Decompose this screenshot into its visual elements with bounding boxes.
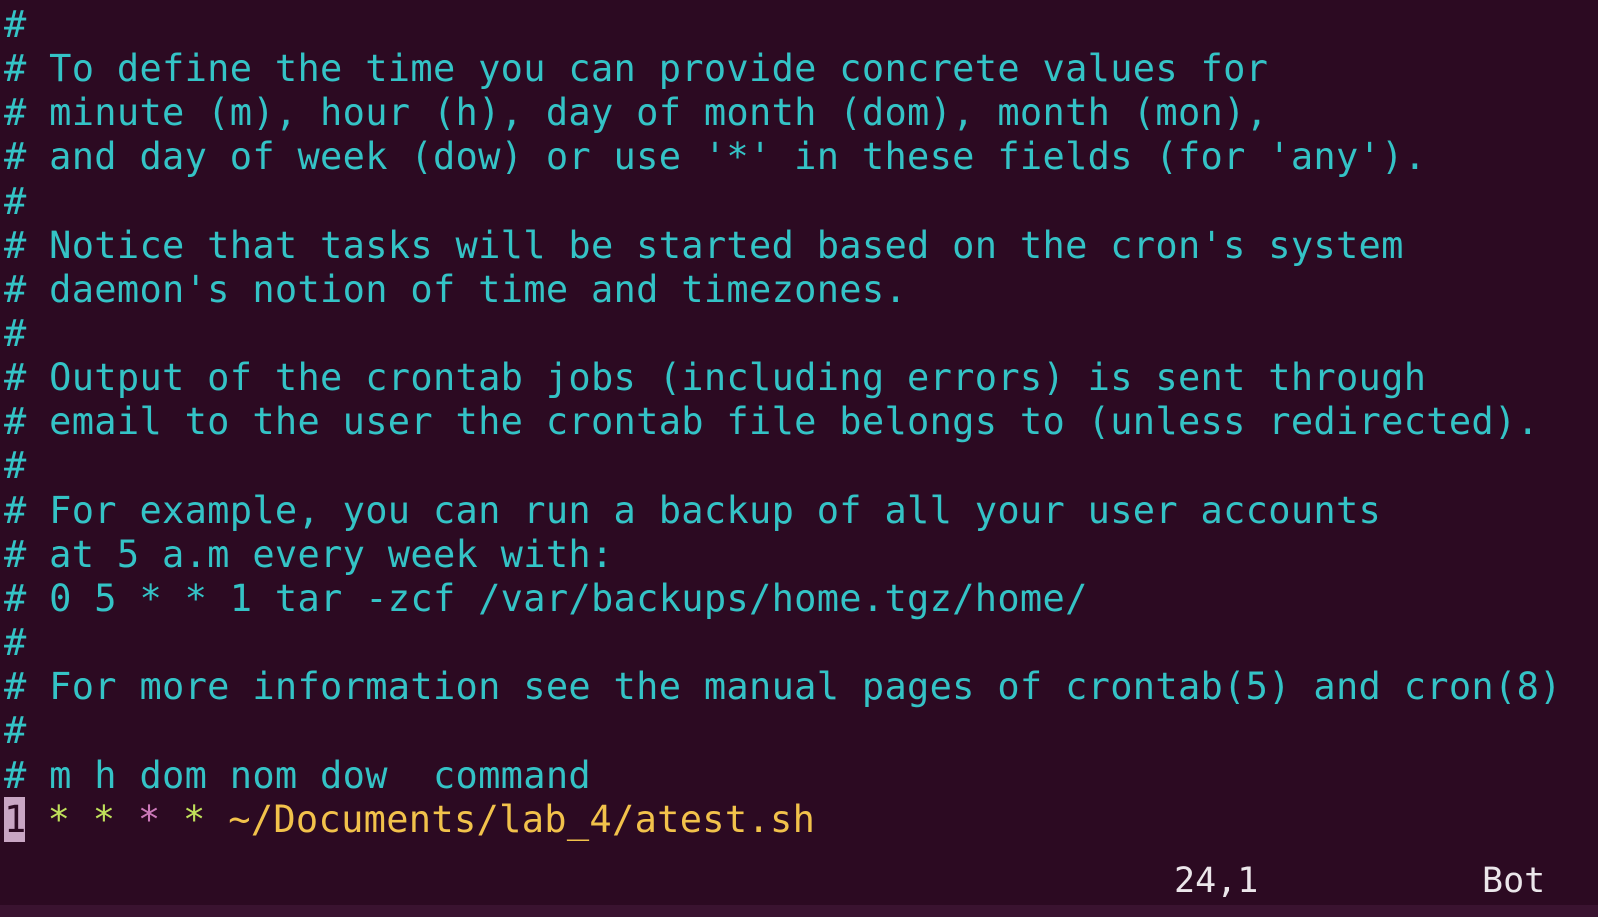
cron-entry-line[interactable]: 1 * * * * ~/Documents/lab_4/atest.sh <box>4 797 815 842</box>
window-bottom-edge <box>0 905 1598 917</box>
comment-line: # <box>4 709 27 752</box>
comment-line: # Output of the crontab jobs (including … <box>4 356 1427 399</box>
comment-line: # at 5 a.m every week with: <box>4 533 614 576</box>
comment-line: # <box>4 444 27 487</box>
cursor-position: 24,1 <box>1174 861 1259 901</box>
cron-field-month: * <box>183 798 206 841</box>
comment-line: # For example, you can run a backup of a… <box>4 489 1382 532</box>
comment-line: # <box>4 3 27 46</box>
cron-field-minute: * <box>47 798 71 841</box>
comment-line: # daemon's notion of time and timezones. <box>4 268 908 311</box>
cron-field-hour: * <box>92 798 116 841</box>
comment-line: # Notice that tasks will be started base… <box>4 224 1404 267</box>
cron-command: ~/Documents/lab_4/atest.sh <box>228 798 816 841</box>
cron-field-dom: * <box>137 798 161 841</box>
comment-line: # email to the user the crontab file bel… <box>4 400 1540 443</box>
comment-line: # 0 5 * * 1 tar -zcf /var/backups/home.t… <box>4 577 1088 620</box>
terminal-editor[interactable]: # # To define the time you can provide c… <box>0 0 1598 917</box>
comment-line: # For more information see the manual pa… <box>4 665 1562 708</box>
comment-line: # m h dom nom dow command <box>4 754 591 797</box>
comment-line: # <box>4 180 27 223</box>
comment-line: # minute (m), hour (h), day of month (do… <box>4 91 1269 134</box>
comment-line: # and day of week (dow) or use '*' in th… <box>4 135 1427 178</box>
scroll-indicator: Bot <box>1482 861 1546 901</box>
comment-line: # To define the time you can provide con… <box>4 47 1269 90</box>
comment-line: # <box>4 312 27 355</box>
text-cursor: 1 <box>4 797 27 842</box>
comment-line: # <box>4 621 27 664</box>
